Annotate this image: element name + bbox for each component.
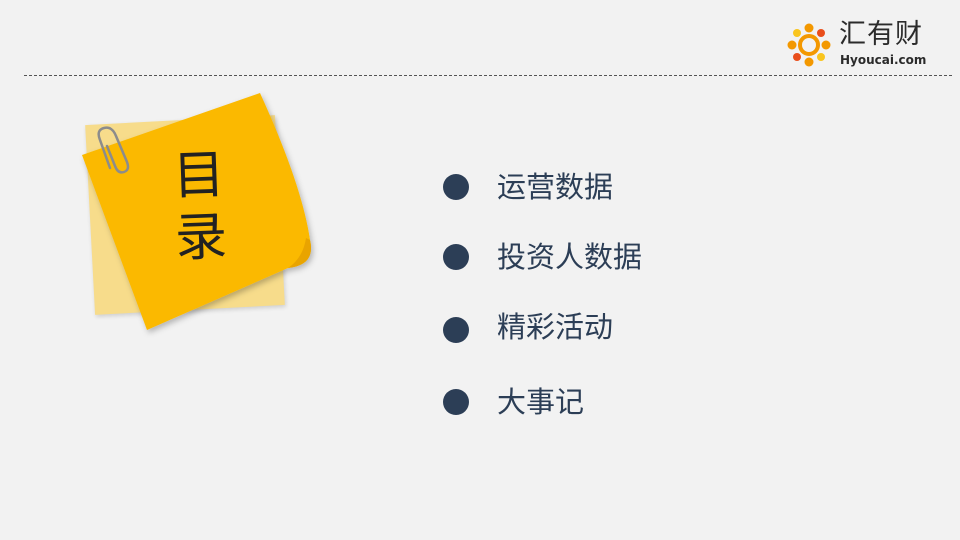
toc-item-events[interactable]: 精彩活动 <box>440 305 740 345</box>
bullet-icon <box>443 389 469 415</box>
brand-name-en: Hyoucai.com <box>840 53 927 67</box>
header-divider <box>24 75 952 76</box>
toc-item-label: 投资人数据 <box>497 240 643 274</box>
toc-item-label: 大事记 <box>497 385 585 419</box>
bullet-icon <box>443 244 469 270</box>
brand-logo: 汇有财 Hyoucai.com <box>784 18 934 70</box>
sticky-note: 目录 <box>70 90 330 340</box>
bullet-icon <box>443 174 469 200</box>
sun-logo-icon <box>787 23 831 67</box>
toc-item-investors[interactable]: 投资人数据 <box>440 235 740 275</box>
toc-item-milestones[interactable]: 大事记 <box>440 380 740 420</box>
toc-item-operations[interactable]: 运营数据 <box>440 165 740 205</box>
toc-item-label: 精彩活动 <box>497 310 614 344</box>
note-title: 目录 <box>171 145 229 269</box>
bullet-icon <box>443 317 469 343</box>
brand-name-cn: 汇有财 <box>839 19 923 50</box>
toc-item-label: 运营数据 <box>497 170 614 204</box>
